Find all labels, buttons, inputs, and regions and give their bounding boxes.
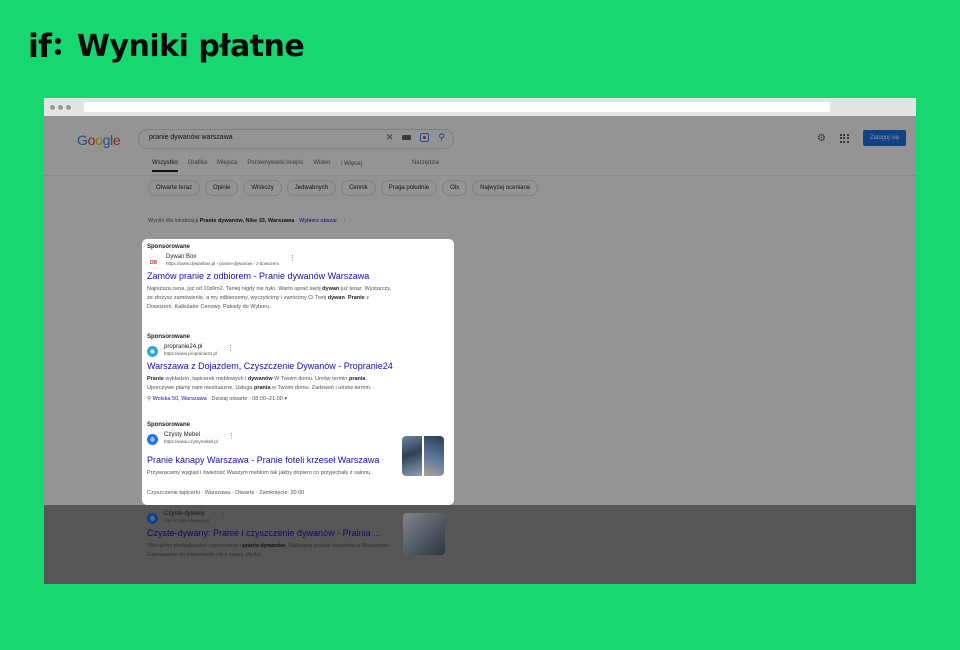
- sponsored-label: Sponsorowane: [147, 422, 191, 428]
- ad-title-link[interactable]: Zamów pranie z odbiorem - Pranie dywanów…: [147, 271, 369, 281]
- ad-result: Sponsorowane ◍ Czysty Mebel https://www.…: [147, 422, 447, 496]
- more-options-icon[interactable]: ⋮: [228, 432, 235, 440]
- sign-in-button[interactable]: Zaloguj się: [862, 130, 906, 146]
- search-input[interactable]: pranie dywanów warszawa: [149, 134, 233, 141]
- ad-source[interactable]: ◍ Czysty Mebel https://www.czystymebel.p…: [147, 432, 235, 445]
- tabs-divider: [44, 175, 916, 176]
- chip-otwarte-teraz[interactable]: Otwarte teraz: [148, 180, 201, 196]
- location-prefix: Wyniki dla lokalizacji: [148, 218, 199, 224]
- lens-icon[interactable]: [420, 133, 430, 142]
- organic-url: http://czyste-dywany.pl: [164, 518, 210, 523]
- propranie-favicon-icon: ◉: [147, 346, 158, 357]
- dywanbox-favicon-icon: DB: [147, 256, 160, 269]
- ad-url: https://www.czystymebel.pl: [164, 439, 218, 444]
- chip-praga-poludnie[interactable]: Praga południe: [380, 180, 438, 196]
- ad-site-name: propranie24.pl: [164, 344, 203, 350]
- tab-porownywarki[interactable]: Porównywarki miejsc: [247, 160, 303, 167]
- ad-description: Pranie wykładzin, tapicerek meblowych i …: [147, 376, 372, 391]
- ad-site-name: Czysty Mebel: [164, 432, 201, 438]
- sofa-photo: [402, 436, 422, 476]
- chip-jedwabnych[interactable]: Jedwabnych: [286, 180, 337, 196]
- ad-source[interactable]: DB Dywan Box https://www.dywanbox.pl › p…: [147, 254, 296, 269]
- browser-window: Google pranie dywanów warszawa ✕ ⚲ ⚙ Zal…: [44, 98, 916, 584]
- filter-chips: Otwarte teraz Opinie Wiskozy Jedwabnych …: [148, 180, 539, 196]
- ad-title-link[interactable]: Pranie kanapy Warszawa - Pranie foteli k…: [147, 455, 379, 465]
- search-box-icons: ✕ ⚲: [386, 132, 445, 143]
- ad-thumbnails[interactable]: [402, 436, 444, 476]
- ad-hours[interactable]: · Dzisiaj otwarte · 08:00–21:00 ▾: [207, 396, 287, 402]
- sponsored-label: Sponsorowane: [147, 334, 191, 340]
- header-actions: ⚙ Zaloguj się: [817, 130, 906, 146]
- chair-photo: [424, 436, 444, 476]
- choose-area-link[interactable]: Wybierz obszar: [299, 218, 337, 224]
- tab-grafika[interactable]: Grafika: [188, 160, 207, 167]
- ad-details-line: Czyszczenie tapicerki · Warszawa · Otwar…: [147, 490, 305, 496]
- pin-icon: ⚲: [147, 396, 152, 402]
- more-options-icon[interactable]: ⋮: [219, 511, 226, 519]
- organic-site-name: Czyste-dywany: [164, 511, 205, 517]
- chip-opinie[interactable]: Opinie: [205, 180, 239, 196]
- window-close-dot[interactable]: [50, 105, 55, 110]
- apps-grid-icon[interactable]: [839, 133, 849, 143]
- address-bar[interactable]: [84, 102, 830, 112]
- clear-icon[interactable]: ✕: [386, 132, 394, 143]
- organic-source[interactable]: ◍ Czyste-dywany http://czyste-dywany.pl …: [147, 511, 226, 524]
- google-results-page: Google pranie dywanów warszawa ✕ ⚲ ⚙ Zal…: [44, 116, 916, 584]
- chip-wiskozy[interactable]: Wiskozy: [243, 180, 282, 196]
- ad-description: Najniższa cena, już od 10zł/m2. Taniej n…: [147, 286, 392, 310]
- tab-wszystko[interactable]: Wszystko: [152, 160, 178, 172]
- ad-address-link[interactable]: Wolska 50, Warszawa: [153, 396, 207, 402]
- ad-result: Sponsorowane DB Dywan Box https://www.dy…: [147, 244, 447, 310]
- chip-cennik[interactable]: Cennik: [341, 180, 376, 196]
- search-icon[interactable]: ⚲: [438, 132, 445, 143]
- chip-najwyzej-oceniane[interactable]: Najwyżej oceniane: [472, 180, 539, 196]
- brand-logo: if: [28, 27, 77, 65]
- page-headline: Wyniki płatne: [76, 28, 305, 64]
- ad-title-link[interactable]: Warszawa z Dojazdem, Czyszczenie Dywanów…: [147, 361, 393, 371]
- window-maximize-dot[interactable]: [66, 105, 71, 110]
- google-logo[interactable]: Google: [77, 132, 121, 148]
- chip-olx[interactable]: Olx: [442, 180, 468, 196]
- globe-favicon-icon: ◍: [147, 513, 158, 524]
- ad-site-name: Dywan Box: [166, 254, 197, 260]
- sponsored-ads-highlight: Sponsorowane DB Dywan Box https://www.dy…: [142, 239, 454, 505]
- globe-favicon-icon: ◍: [147, 434, 158, 445]
- organic-title-link[interactable]: Czyste-dywany: Pranie i czyszczenie dywa…: [147, 528, 381, 538]
- sponsored-label: Sponsorowane: [147, 244, 191, 250]
- keyboard-icon[interactable]: [402, 135, 412, 140]
- ad-result: Sponsorowane ◉ propranie24.pl https://ww…: [147, 334, 447, 402]
- more-options-icon[interactable]: ⋮: [289, 254, 296, 262]
- ad-description: Przywracamy wygląd i świeżość Waszym meb…: [147, 470, 372, 476]
- page-header: if Wyniki płatne: [28, 26, 305, 66]
- location-notice: Wyniki dla lokalizacji Pranie dywanów, N…: [148, 218, 347, 224]
- search-tabs: Wszystko Grafika Miejsca Porównywarki mi…: [152, 160, 439, 172]
- tab-narzedzia[interactable]: Narzędzia: [412, 160, 439, 167]
- brand-logo-text: if: [28, 27, 52, 65]
- tab-miejsca[interactable]: Miejsca: [217, 160, 237, 167]
- gear-icon[interactable]: ⚙: [817, 133, 826, 144]
- window-minimize-dot[interactable]: [58, 105, 63, 110]
- ad-url: https://www.dywanbox.pl › pranie-dywanów…: [166, 261, 280, 266]
- ad-location-line: ⚲ Wolska 50, Warszawa · Dzisiaj otwarte …: [147, 396, 287, 402]
- location-place: Pranie dywanów, Nike 33, Warszawa: [199, 218, 295, 224]
- ad-source[interactable]: ◉ propranie24.pl https://www.propranie24…: [147, 344, 234, 357]
- more-options-icon[interactable]: ⋮: [227, 344, 234, 352]
- organic-description: Oferujemy profesjonalne czyszczenie i pr…: [147, 543, 391, 558]
- tab-wideo[interactable]: Wideo: [313, 160, 330, 167]
- ad-url: https://www.propranie24.pl: [164, 351, 218, 356]
- browser-titlebar: [44, 98, 916, 116]
- tab-wiecej[interactable]: ⁝ Więcej: [340, 160, 362, 167]
- search-box[interactable]: pranie dywanów warszawa ✕ ⚲: [138, 129, 454, 149]
- organic-thumbnail[interactable]: [403, 513, 445, 555]
- location-menu-icon[interactable]: ⋮: [342, 218, 348, 224]
- brand-logo-colon: [54, 37, 61, 55]
